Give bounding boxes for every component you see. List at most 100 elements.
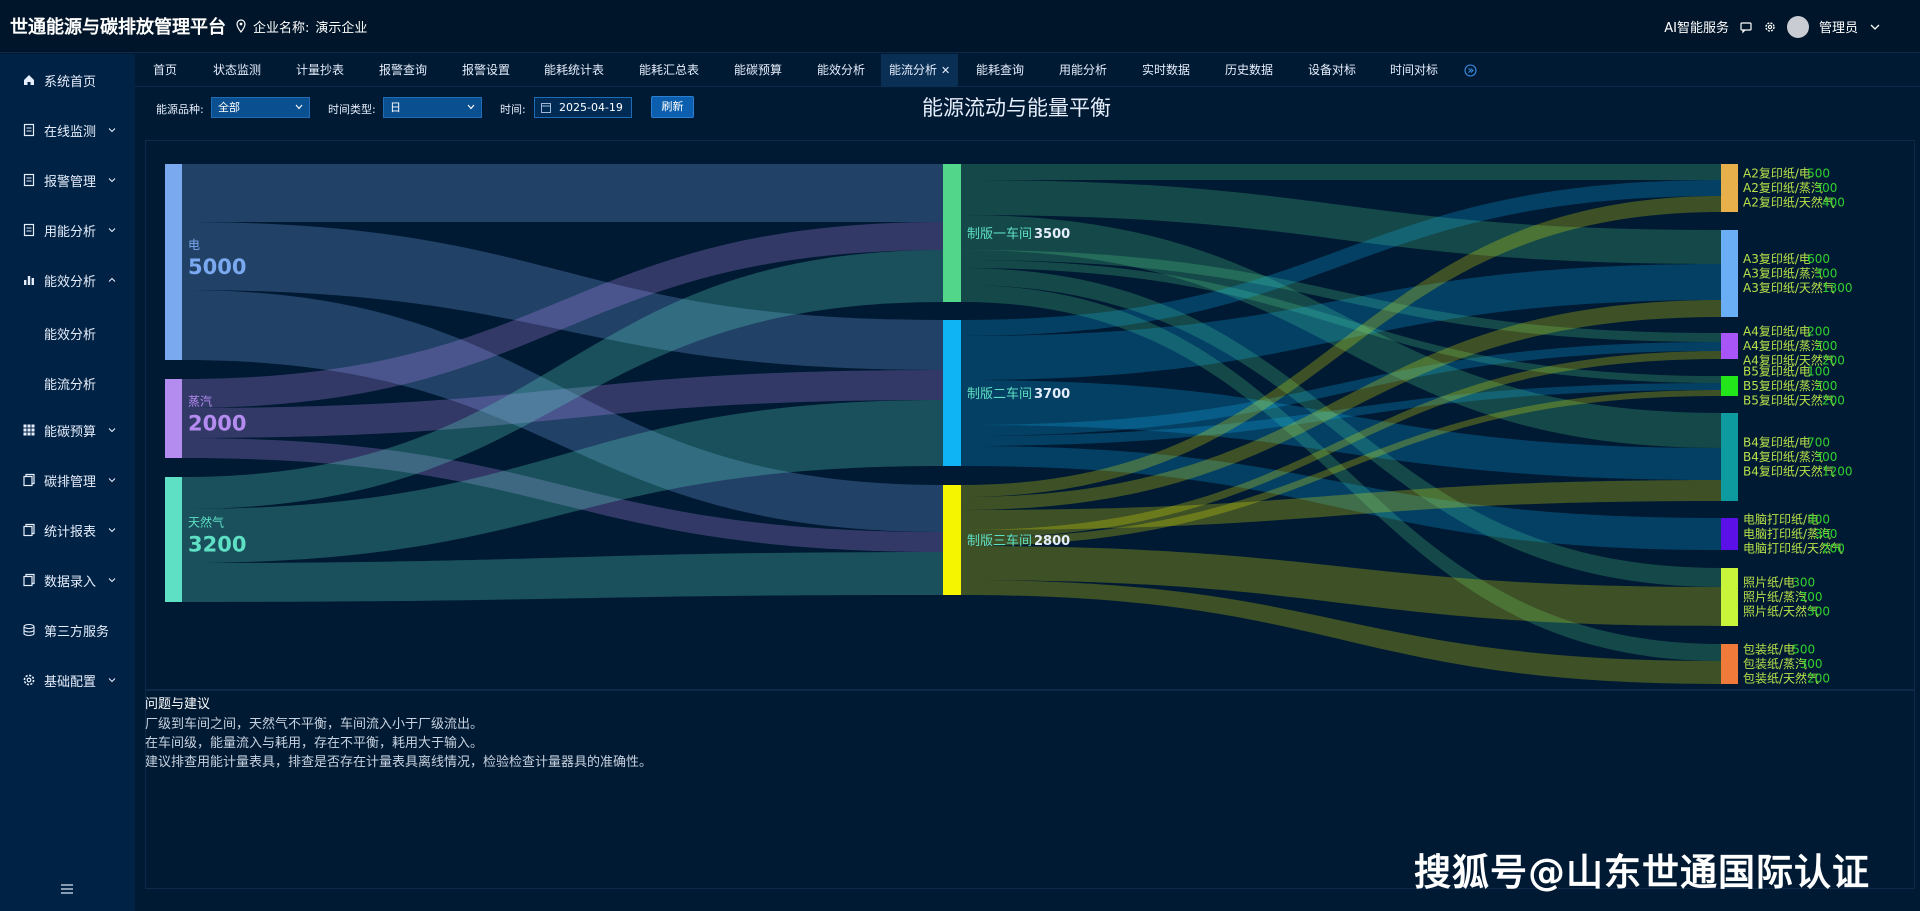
sidebar-item-carbon[interactable]: 碳排管理 [0,462,135,498]
source-name-label: 电 [188,238,200,252]
source-name-label: 蒸汽 [188,394,212,409]
product-node [1721,568,1738,626]
sidebar-item-report[interactable]: 统计报表 [0,512,135,548]
energy-type-select[interactable]: 全部 [211,97,310,118]
product-flow-value: 300 [1807,513,1830,527]
product-flow-value: 700 [1807,436,1830,450]
product-flow-label: B5复印纸/蒸汽 [1743,378,1823,393]
tab-alarm-query[interactable]: 报警查询 [379,54,427,87]
product-node [1721,376,1738,396]
product-flow-label: A4复印纸/蒸汽 [1743,338,1823,353]
sidebar-subitem-efficiency-analysis[interactable]: 能效分析 [44,324,96,343]
tab-energy-flow-label: 能流分析 [889,63,938,77]
message-icon[interactable] [1739,20,1753,34]
settings-gear-icon[interactable] [1763,20,1777,34]
calendar-icon [541,103,551,113]
tab-history[interactable]: 历史数据 [1225,54,1273,87]
product-node [1721,164,1738,212]
product-flow-value: 200 [1800,590,1823,604]
chevron-down-icon [108,578,116,583]
workshop-value-label: 3700 [1034,387,1070,402]
tab-device-benchmark[interactable]: 设备对标 [1308,54,1356,87]
product-flow-label: B4复印纸/电 [1743,436,1811,450]
chevron-down-icon [108,678,116,683]
product-flow-value: 200 [1822,394,1845,408]
source-node [165,379,182,458]
ai-service-link[interactable]: AI智能服务 [1664,17,1729,36]
chevron-down-icon [295,104,303,110]
flow-link [961,164,1721,180]
suggestions-title: 问题与建议 [145,697,211,712]
product-node [1721,333,1738,359]
product-flow-label: 包装纸/电 [1743,643,1795,657]
sidebar-item-home[interactable]: 系统首页 [0,62,135,98]
close-icon[interactable]: ✕ [941,64,950,77]
chevron-down-icon[interactable] [1868,20,1882,34]
product-flow-label: A4复印纸/电 [1743,325,1811,339]
product-flow-value: 1300 [1822,281,1853,295]
carbon-icon [23,473,35,487]
gear-icon [23,674,35,686]
chevron-down-icon [467,104,475,110]
product-node [1721,518,1738,550]
tab-realtime[interactable]: 实时数据 [1142,54,1190,87]
company-name: 演示企业 [315,20,368,36]
product-flow-value: 200 [1807,672,1830,686]
top-header: 世通能源与碳排放管理平台 企业名称: 演示企业 AI智能服务 管理员 [0,0,1920,53]
product-flow-value: 300 [1815,181,1838,195]
location-pin-icon [236,19,246,33]
sidebar-item-third-party[interactable]: 第三方服务 [0,612,135,648]
tab-status-monitor[interactable]: 状态监测 [213,54,261,87]
chevron-down-icon [108,178,116,183]
sidebar-item-online-monitor[interactable]: 在线监测 [0,112,135,148]
product-flow-label: A2复印纸/电 [1743,167,1811,181]
refresh-button[interactable]: 刷新 [651,96,694,118]
user-name[interactable]: 管理员 [1819,17,1858,36]
sidebar-subitem-energy-flow[interactable]: 能流分析 [44,374,96,393]
product-flow-value: 600 [1807,252,1830,266]
workshop-value-label: 3500 [1034,227,1070,242]
sidebar-item-budget[interactable]: 能碳预算 [0,412,135,448]
tab-alarm-settings[interactable]: 报警设置 [462,54,510,87]
tab-home[interactable]: 首页 [153,54,177,87]
home-icon [24,75,34,85]
workshop-name-label: 制版一车间 [967,226,1032,242]
product-flow-label: B5复印纸/电 [1743,365,1811,379]
time-label: 时间: [500,103,526,116]
product-node [1721,644,1738,684]
tab-energy-query[interactable]: 能耗查询 [976,54,1024,87]
tab-meter-reading[interactable]: 计量抄表 [296,54,344,87]
workshop-value-label: 2800 [1034,534,1070,549]
sidebar-item-usage-analysis[interactable]: 用能分析 [0,212,135,248]
sidebar-item-config[interactable]: 基础配置 [0,662,135,698]
tab-budget[interactable]: 能碳预算 [734,54,782,87]
product-flow-label: A3复印纸/蒸汽 [1743,266,1823,281]
date-picker[interactable]: 2025-04-19 [534,97,632,118]
chevron-up-icon [108,277,116,282]
energy-type-label: 能源品种: [156,103,204,116]
source-value-label: 5000 [188,255,246,279]
source-node [165,164,182,360]
time-type-label: 时间类型: [328,103,376,116]
tab-energy-stats[interactable]: 能耗统计表 [544,54,604,87]
tab-energy-summary[interactable]: 能耗汇总表 [639,54,699,87]
header-actions: AI智能服务 管理员 [1664,0,1882,53]
report-icon [23,523,35,537]
product-flow-label: 照片纸/蒸汽 [1743,589,1807,604]
sidebar-item-efficiency[interactable]: 能效分析 [0,262,135,298]
product-flow-value: 200 [1822,542,1845,556]
tab-efficiency[interactable]: 能效分析 [817,54,865,87]
product-flow-value: 300 [1815,450,1838,464]
menu-collapse-icon[interactable] [61,884,73,894]
more-tabs-icon[interactable] [1464,64,1477,77]
time-type-select[interactable]: 日 [383,97,482,118]
avatar[interactable] [1786,15,1809,38]
tab-energy-flow[interactable]: 能流分析 ✕ [881,54,959,87]
tab-usage-analysis[interactable]: 用能分析 [1059,54,1107,87]
sidebar-item-alarm[interactable]: 报警管理 [0,162,135,198]
tab-time-benchmark[interactable]: 时间对标 [1390,54,1438,87]
sidebar-item-data-entry[interactable]: 数据录入 [0,562,135,598]
product-node [1721,230,1738,317]
product-flow-value: 200 [1815,339,1838,353]
workshop-node [943,485,961,595]
